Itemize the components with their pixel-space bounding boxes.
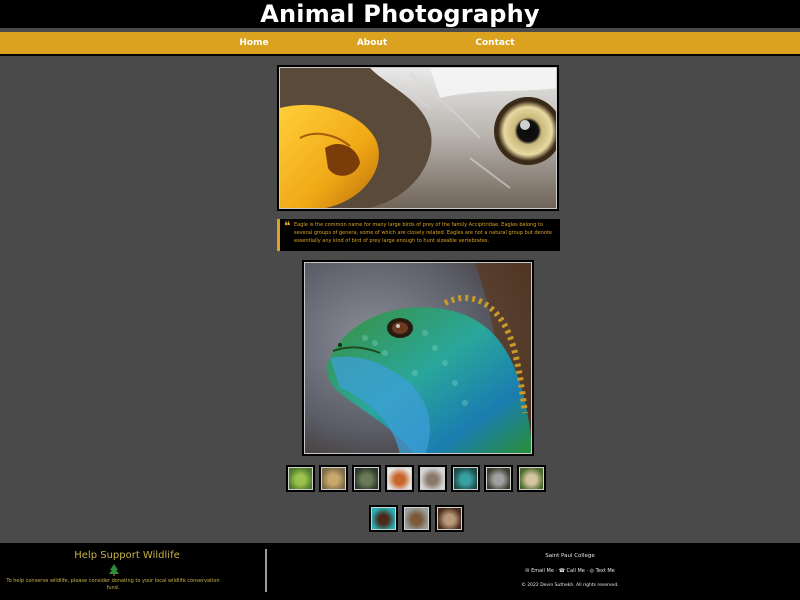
turtle-thumbnail[interactable] <box>369 505 398 532</box>
nav-home[interactable]: Home <box>224 32 284 54</box>
tree-icon <box>109 564 119 576</box>
envelope-icon: ✉ <box>525 568 530 574</box>
college-name: Saint Paul College <box>545 553 595 559</box>
nav-bar: Home About Contact <box>0 32 800 56</box>
help-text: To help conserve wildlife, please consid… <box>6 578 220 591</box>
leaf-thumbnail[interactable] <box>286 465 315 492</box>
lizard-thumbnail[interactable] <box>451 465 480 492</box>
cat-thumbnail[interactable] <box>484 465 513 492</box>
owl-thumbnail[interactable] <box>435 505 464 532</box>
nav-contact[interactable]: Contact <box>465 32 525 54</box>
fox-thumbnail[interactable] <box>385 465 414 492</box>
help-title: Help Support Wildlife <box>74 550 180 561</box>
phone-icon: ☎ <box>558 568 565 574</box>
eagle-photo[interactable] <box>277 65 559 211</box>
lion-thumbnail[interactable] <box>319 465 348 492</box>
iguana-image <box>305 263 531 453</box>
site-title: Animal Photography <box>260 0 540 28</box>
monkey-thumbnail[interactable] <box>402 505 431 532</box>
deer-thumbnail[interactable] <box>352 465 381 492</box>
footer-divider <box>265 549 267 592</box>
iguana-photo[interactable] <box>302 260 534 456</box>
call-link[interactable]: ☎ Call Me <box>559 568 585 574</box>
copyright: © 2022 Devin Suthekh. All rights reserve… <box>521 583 619 588</box>
quote-icon: ❝ <box>284 219 291 233</box>
eagle-quote-text: Eagle is the common name for many large … <box>294 222 552 244</box>
nav-about[interactable]: About <box>342 32 402 54</box>
eagle-quote: ❝ Eagle is the common name for many larg… <box>277 219 560 251</box>
text-link[interactable]: ◎ Text Me <box>590 568 615 574</box>
eagle-image <box>280 68 556 208</box>
email-link[interactable]: ✉ Email Me <box>525 568 554 574</box>
chat-icon: ◎ <box>589 568 595 574</box>
hedgehog-thumbnail[interactable] <box>418 465 447 492</box>
dog-thumbnail[interactable] <box>517 465 546 492</box>
contact-links: ✉ Email Me · ☎ Call Me · ◎ Text Me <box>525 568 615 574</box>
